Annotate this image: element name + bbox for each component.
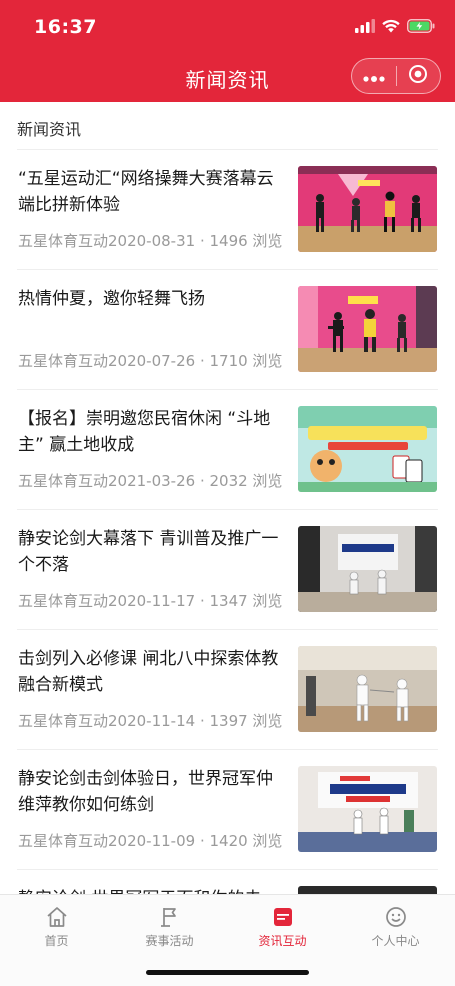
- article-meta: 五星体育互动2020-11-09 · 1420 浏览: [18, 832, 283, 850]
- tab-label: 个人中心: [371, 934, 420, 948]
- article-thumbnail: [298, 766, 437, 852]
- article-title: “五星运动汇“网络操舞大赛落幕云端比拼新体验: [18, 169, 274, 215]
- more-dots-icon: [363, 67, 385, 86]
- article-thumbnail: [298, 646, 437, 732]
- more-button[interactable]: [352, 59, 396, 93]
- article-item[interactable]: 击剑列入必修课 闸北八中探索体教融合新模式 五星体育互动2020-11-14 ·…: [17, 630, 438, 750]
- article-title: 静安论剑大幕落下 青训普及推广一个不落: [18, 529, 279, 575]
- home-indicator[interactable]: [146, 970, 309, 975]
- article-meta: 五星体育互动2021-03-26 · 2032 浏览: [18, 472, 283, 490]
- status-time: 16:37: [34, 16, 97, 38]
- article-item[interactable]: 静安论剑大幕落下 青训普及推广一个不落 五星体育互动2020-11-17 · 1…: [17, 510, 438, 630]
- tab-label: 首页: [44, 934, 69, 948]
- flag-icon: [158, 905, 182, 929]
- section-title: 新闻资讯: [17, 120, 82, 139]
- battery-icon: [407, 18, 435, 37]
- news-icon: [271, 905, 295, 929]
- article-title: 静安论剑 世界冠军于面和你的未: [18, 886, 280, 894]
- article-title: 静安论剑击剑体验日，世界冠军仲维萍教你如何练剑: [18, 769, 273, 815]
- article-list[interactable]: “五星运动汇“网络操舞大赛落幕云端比拼新体验 五星体育互动2020-08-31 …: [0, 150, 455, 894]
- signal-icon: [355, 18, 375, 37]
- close-miniprogram-button[interactable]: [397, 59, 441, 93]
- article-item[interactable]: “五星运动汇“网络操舞大赛落幕云端比拼新体验 五星体育互动2020-08-31 …: [17, 150, 438, 270]
- article-item[interactable]: 静安论剑 世界冠军于面和你的未: [17, 870, 438, 894]
- tab-label: 赛事活动: [145, 934, 194, 948]
- article-title: 热情仲夏，邀你轻舞飞扬: [18, 289, 205, 309]
- article-meta: 五星体育互动2020-11-17 · 1347 浏览: [18, 592, 283, 610]
- article-thumbnail: [298, 886, 437, 894]
- article-meta: 五星体育互动2020-11-14 · 1397 浏览: [18, 712, 283, 730]
- article-thumbnail: [298, 526, 437, 612]
- status-bar: 16:37: [0, 0, 455, 52]
- article-thumbnail: [298, 166, 437, 252]
- wifi-icon: [382, 18, 400, 37]
- article-meta: 五星体育互动2020-07-26 · 1710 浏览: [18, 352, 283, 370]
- article-title: 【报名】崇明邀您民宿休闲 “斗地主” 赢土地收成: [18, 409, 271, 455]
- tab-label: 资讯互动: [258, 934, 307, 948]
- tab-profile[interactable]: 个人中心: [339, 905, 452, 949]
- article-thumbnail: [298, 406, 437, 492]
- tab-news[interactable]: 资讯互动: [226, 905, 339, 949]
- app-header: 16:37 新闻资讯: [0, 0, 455, 102]
- article-title: 击剑列入必修课 闸北八中探索体教融合新模式: [18, 649, 279, 695]
- smile-icon: [384, 905, 408, 929]
- home-icon: [45, 905, 69, 929]
- tab-events[interactable]: 赛事活动: [113, 905, 226, 949]
- article-thumbnail: [298, 286, 437, 372]
- article-item[interactable]: 静安论剑击剑体验日，世界冠军仲维萍教你如何练剑 五星体育互动2020-11-09…: [17, 750, 438, 870]
- status-icons: [355, 18, 435, 37]
- tab-home[interactable]: 首页: [0, 905, 113, 949]
- miniprogram-capsule: [351, 58, 441, 94]
- article-item[interactable]: 热情仲夏，邀你轻舞飞扬 五星体育互动2020-07-26 · 1710 浏览: [17, 270, 438, 390]
- target-circle-icon: [408, 64, 428, 88]
- article-item[interactable]: 【报名】崇明邀您民宿休闲 “斗地主” 赢土地收成 五星体育互动2021-03-2…: [17, 390, 438, 510]
- article-meta: 五星体育互动2020-08-31 · 1496 浏览: [18, 232, 283, 250]
